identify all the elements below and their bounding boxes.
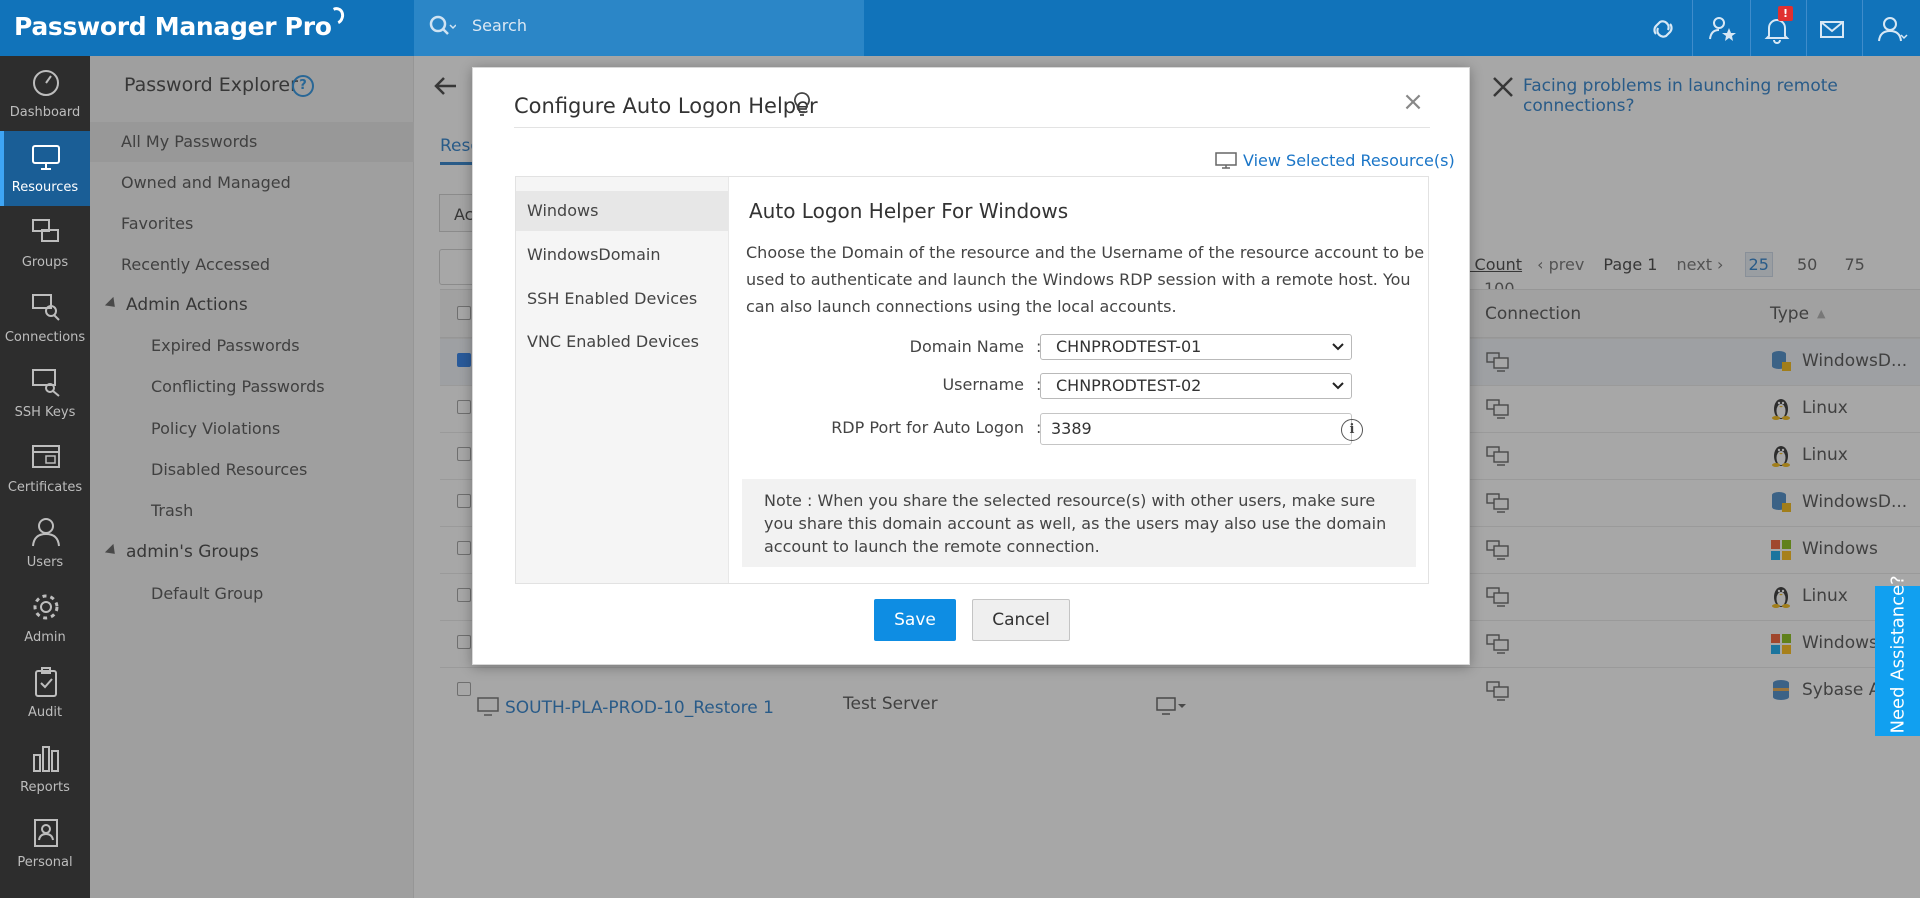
nav-dashboard[interactable]: Dashboard (0, 56, 90, 131)
search-placeholder: Search (472, 16, 527, 35)
cancel-button[interactable]: Cancel (972, 599, 1070, 641)
info-icon[interactable]: i (1341, 419, 1363, 441)
personal-icon (34, 819, 58, 847)
notification-badge: ! (1778, 6, 1793, 21)
chevron-down-icon (1332, 343, 1344, 351)
tab-windows[interactable]: Windows (516, 191, 728, 231)
nav-certificates[interactable]: Certificates (0, 431, 90, 506)
username-select[interactable]: CHNPRODTEST-02 (1040, 373, 1352, 399)
domain-name-label: Domain Name (909, 337, 1024, 356)
domain-name-select[interactable]: CHNPRODTEST-01 (1040, 334, 1352, 360)
dialog-panel: Windows WindowsDomain SSH Enabled Device… (515, 176, 1429, 584)
reports-icon (33, 746, 59, 772)
monitor-icon (32, 145, 60, 170)
save-button[interactable]: Save (874, 599, 956, 641)
favorite-user-icon[interactable] (1705, 12, 1739, 46)
app-logo[interactable]: Password Manager Pro (14, 4, 348, 41)
left-navigation: Dashboard Resources Groups Connections S… (0, 56, 90, 898)
nav-ssh-keys[interactable]: SSH Keys (0, 356, 90, 431)
section-description: Choose the Domain of the resource and th… (746, 243, 1425, 316)
dialog-divider (514, 127, 1430, 128)
section-heading: Auto Logon Helper For Windows (749, 199, 1069, 223)
dialog-title: Configure Auto Logon Helper (514, 94, 818, 118)
search-icon (429, 15, 456, 35)
share-note: Note : When you share the selected resou… (742, 479, 1416, 567)
mail-icon[interactable] (1815, 12, 1849, 46)
nav-reports[interactable]: Reports (0, 731, 90, 806)
os-type-tabs: Windows WindowsDomain SSH Enabled Device… (516, 177, 729, 583)
user-profile-icon[interactable] (1874, 12, 1908, 46)
certificate-icon (32, 445, 60, 468)
rdp-port-label: RDP Port for Auto Logon (831, 418, 1024, 437)
nav-personal[interactable]: Personal (0, 806, 90, 881)
tab-vnc-enabled-devices[interactable]: VNC Enabled Devices (516, 322, 728, 362)
nav-connections[interactable]: Connections (0, 281, 90, 356)
monitor-icon (1215, 152, 1237, 169)
need-assistance-tab[interactable]: Need Assistance? (1875, 575, 1920, 736)
nav-audit[interactable]: Audit (0, 656, 90, 731)
username-label: Username (942, 375, 1024, 394)
groups-icon (32, 219, 59, 242)
lightbulb-icon[interactable] (791, 91, 813, 117)
remote-connection-icon[interactable] (1646, 12, 1680, 46)
nav-groups[interactable]: Groups (0, 206, 90, 281)
user-icon (32, 518, 60, 547)
connections-icon (32, 294, 60, 321)
global-search[interactable]: Search (414, 0, 864, 56)
gear-icon (33, 594, 59, 620)
nav-users[interactable]: Users (0, 506, 90, 581)
dashboard-icon (33, 70, 59, 96)
rdp-port-input[interactable]: 3389 (1040, 413, 1352, 445)
ssh-key-icon (32, 369, 60, 397)
configure-auto-logon-dialog: Configure Auto Logon Helper × View Selec… (472, 67, 1470, 665)
audit-icon (35, 667, 57, 697)
tab-windows-domain[interactable]: WindowsDomain (516, 235, 728, 275)
tab-ssh-enabled-devices[interactable]: SSH Enabled Devices (516, 279, 728, 319)
chevron-down-icon (1332, 382, 1344, 390)
close-icon[interactable]: × (1401, 89, 1425, 115)
nav-resources[interactable]: Resources (0, 131, 90, 206)
top-bar: Password Manager Pro Search ! (0, 0, 1920, 56)
nav-admin[interactable]: Admin (0, 581, 90, 656)
view-selected-resources-link[interactable]: View Selected Resource(s) (1243, 151, 1455, 170)
